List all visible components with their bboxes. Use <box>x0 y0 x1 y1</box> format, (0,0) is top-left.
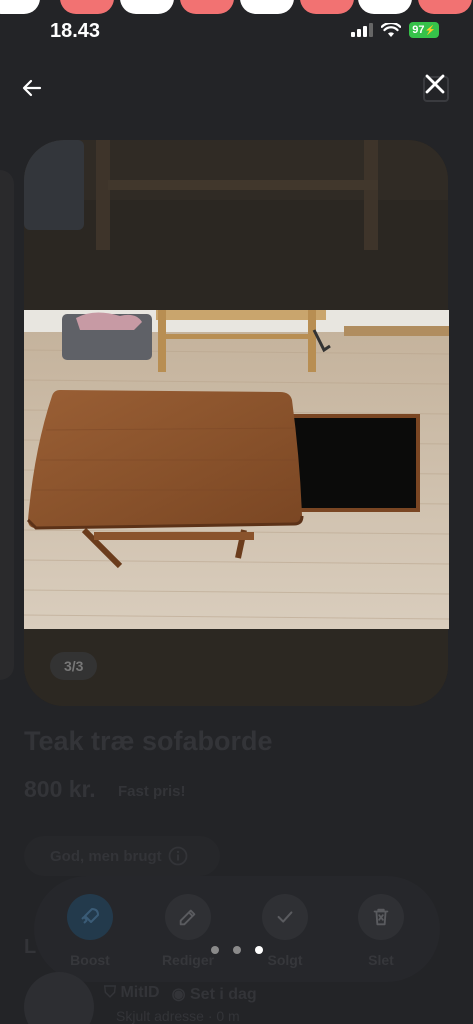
edit-label: Rediger <box>161 952 215 968</box>
boost-action[interactable]: Boost <box>55 894 125 968</box>
pill <box>120 0 174 14</box>
edit-action[interactable]: Rediger <box>153 894 223 968</box>
arrow-left-icon[interactable] <box>20 76 44 100</box>
close-icon[interactable] <box>419 68 451 100</box>
seller-badges: ⛉ MitID ◉ Set i dag <box>104 984 257 1004</box>
battery-level: 97 <box>412 24 425 36</box>
page-indicator <box>0 946 473 954</box>
trash-icon[interactable] <box>358 894 404 940</box>
listing-price: 800 kr. <box>24 776 96 802</box>
activity-badge: ◉ Set i dag <box>172 984 257 1004</box>
page-dot[interactable] <box>210 946 219 954</box>
pill <box>240 0 294 14</box>
sold-action[interactable]: Solgt <box>250 894 320 968</box>
checkmark-icon[interactable] <box>262 894 308 940</box>
page-dot[interactable] <box>254 946 263 954</box>
listing-title: Teak træ sofaborde <box>24 726 273 756</box>
boost-label: Boost <box>70 952 110 968</box>
sold-label: Solgt <box>267 952 303 968</box>
eye-icon: ◉ <box>171 986 186 1003</box>
mitid-badge: ⛉ MitID <box>104 984 160 1004</box>
mitid-label: MitID <box>120 984 160 1001</box>
info-icon <box>168 846 188 866</box>
listing-photo[interactable] <box>24 310 449 629</box>
top-pills <box>0 0 473 14</box>
photo-teak-coffee-table <box>24 310 449 629</box>
wifi-icon <box>381 22 401 37</box>
shield-icon: ⛉ <box>104 984 117 1001</box>
page-dot[interactable] <box>232 946 241 954</box>
pill <box>418 0 472 14</box>
battery-indicator: 97 ⚡ <box>409 22 439 38</box>
price-note: Fast pris! <box>118 783 186 800</box>
photo-counter: 3/3 <box>50 652 98 680</box>
seller-address: Skjult adresse · 0 m <box>116 1008 240 1024</box>
status-indicators: 97 ⚡ <box>351 22 439 38</box>
condition-label: God, men brugt <box>50 847 162 865</box>
pill <box>300 0 354 14</box>
rocket-icon[interactable] <box>67 894 113 940</box>
charging-bolt-icon: ⚡ <box>424 24 436 35</box>
action-bar: Boost Rediger Solgt Slet <box>34 876 440 982</box>
activity-label: Set i dag <box>190 986 257 1003</box>
delete-label: Slet <box>368 952 394 968</box>
pill <box>180 0 234 14</box>
status-time: 18.43 <box>50 20 101 42</box>
pill <box>0 0 40 14</box>
delete-action[interactable]: Slet <box>346 894 416 968</box>
pill <box>358 0 412 14</box>
pencil-icon[interactable] <box>165 894 211 940</box>
cellular-signal-icon <box>351 23 373 37</box>
previous-card-edge <box>0 170 14 680</box>
pill <box>60 0 114 14</box>
condition-badge: God, men brugt <box>24 836 220 876</box>
